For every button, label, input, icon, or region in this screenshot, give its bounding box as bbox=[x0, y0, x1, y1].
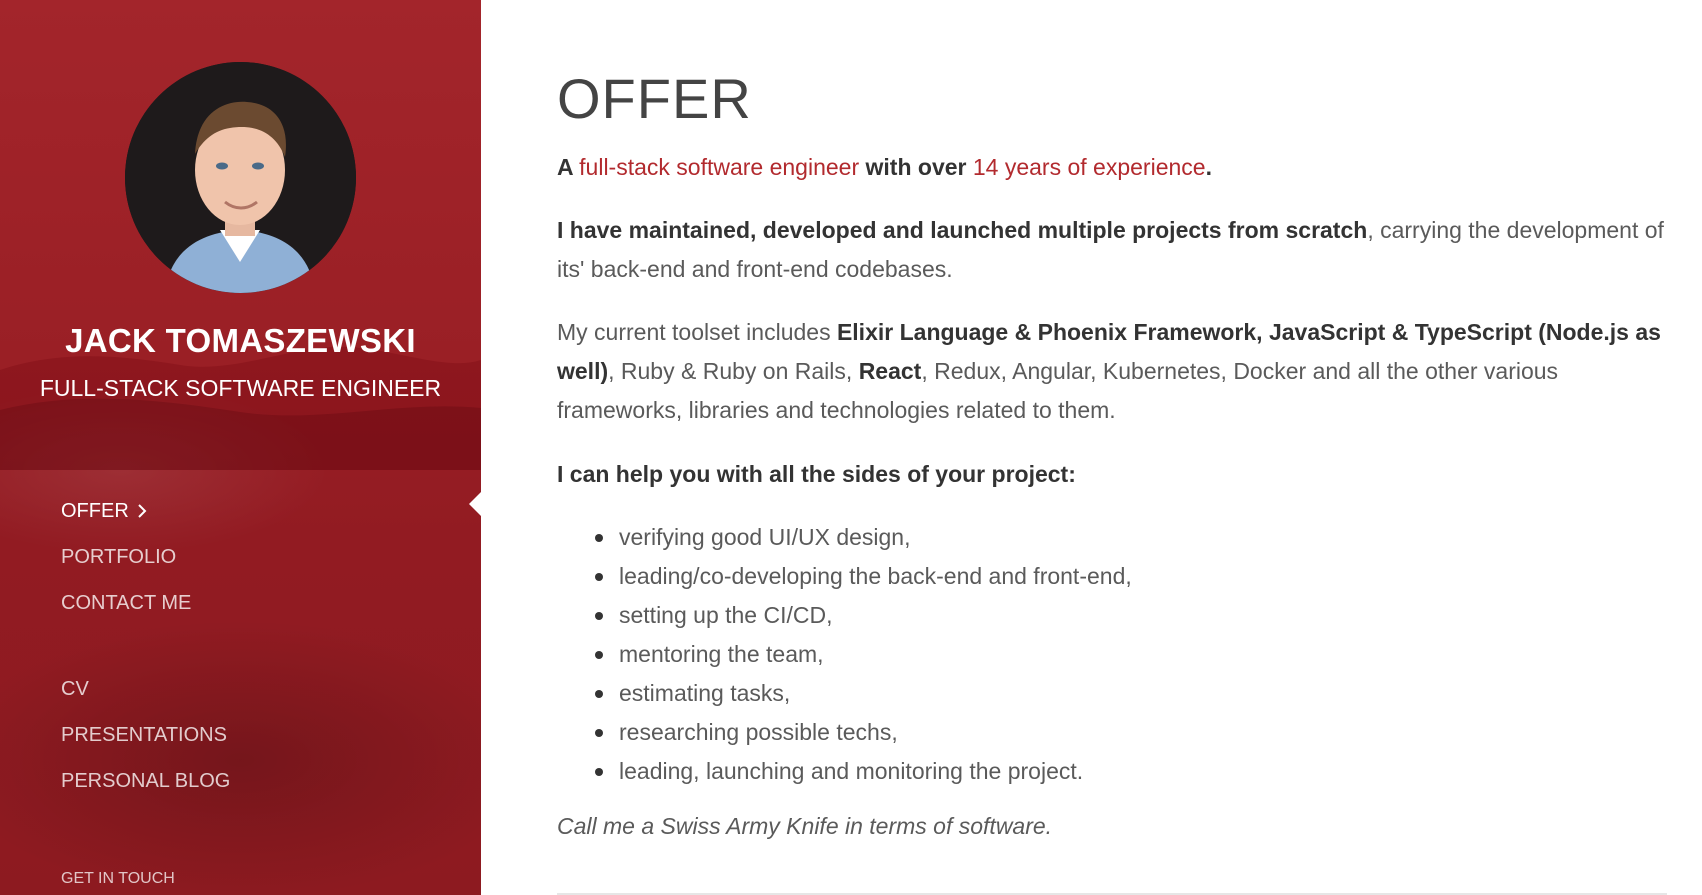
intro-text: . bbox=[1205, 154, 1212, 180]
bullet-icon bbox=[595, 533, 603, 542]
get-in-touch-link[interactable]: GET IN TOUCH bbox=[61, 870, 175, 888]
role-highlight: full-stack software engineer bbox=[579, 154, 860, 180]
nav-item-contact-me[interactable]: CONTACT ME bbox=[61, 580, 191, 626]
intro-paragraph: A full-stack software engineer with over… bbox=[557, 148, 1667, 187]
bullet-icon bbox=[595, 728, 603, 737]
services-list: verifying good UI/UX design, leading/co-… bbox=[595, 518, 1132, 791]
primary-nav: OFFER PORTFOLIO CONTACT ME bbox=[61, 488, 191, 626]
bullet-icon bbox=[595, 767, 603, 776]
intro-text: A bbox=[557, 154, 580, 180]
nav-item-label: CONTACT ME bbox=[61, 591, 192, 614]
page-title: OFFER bbox=[557, 67, 752, 130]
list-item: leading, launching and monitoring the pr… bbox=[595, 752, 1132, 791]
profile-role: FULL-STACK SOFTWARE ENGINEER bbox=[39, 375, 442, 401]
chevron-right-icon bbox=[138, 504, 147, 518]
nav-item-label: PORTFOLIO bbox=[61, 545, 177, 568]
bullet-icon bbox=[595, 689, 603, 698]
nav-item-portfolio[interactable]: PORTFOLIO bbox=[61, 534, 191, 580]
nav-item-offer[interactable]: OFFER bbox=[61, 488, 191, 534]
body-text: , Ruby & Ruby on Rails, bbox=[608, 358, 859, 384]
nav-item-label: PERSONAL BLOG bbox=[61, 769, 231, 792]
nav-item-label: PRESENTATIONS bbox=[61, 723, 227, 746]
nav-item-personal-blog[interactable]: PERSONAL BLOG bbox=[61, 758, 230, 804]
sidebar: JACK TOMASZEWSKI FULL-STACK SOFTWARE ENG… bbox=[0, 0, 481, 895]
profile-name: JACK TOMASZEWSKI bbox=[65, 322, 416, 359]
list-item: verifying good UI/UX design, bbox=[595, 518, 1132, 557]
list-item: leading/co-developing the back-end and f… bbox=[595, 557, 1132, 596]
bullet-icon bbox=[595, 572, 603, 581]
active-section-indicator bbox=[469, 492, 481, 516]
experience-paragraph: I have maintained, developed and launche… bbox=[557, 211, 1667, 289]
list-item: mentoring the team, bbox=[595, 635, 1132, 674]
nav-item-cv[interactable]: CV bbox=[61, 666, 230, 712]
closing-quote: Call me a Swiss Army Knife in terms of s… bbox=[557, 813, 1053, 839]
list-item: estimating tasks, bbox=[595, 674, 1132, 713]
toolset-paragraph: My current toolset includes Elixir Langu… bbox=[557, 313, 1667, 430]
intro-text: with over bbox=[859, 154, 973, 180]
nav-item-label: CV bbox=[61, 677, 89, 700]
portrait-image bbox=[125, 62, 356, 293]
list-item: researching possible techs, bbox=[595, 713, 1132, 752]
profile-avatar bbox=[125, 62, 356, 293]
bold-text: I have maintained, developed and launche… bbox=[557, 217, 1368, 243]
experience-highlight: 14 years of experience bbox=[972, 154, 1206, 180]
nav-item-presentations[interactable]: PRESENTATIONS bbox=[61, 712, 230, 758]
secondary-nav: CV PRESENTATIONS PERSONAL BLOG bbox=[61, 666, 230, 804]
nav-item-label: OFFER bbox=[61, 499, 129, 522]
bold-text: React bbox=[858, 358, 922, 384]
bullet-icon bbox=[595, 650, 603, 659]
help-heading: I can help you with all the sides of you… bbox=[557, 461, 1076, 487]
bullet-icon bbox=[595, 611, 603, 620]
body-text: My current toolset includes bbox=[557, 319, 837, 345]
list-item: setting up the CI/CD, bbox=[595, 596, 1132, 635]
